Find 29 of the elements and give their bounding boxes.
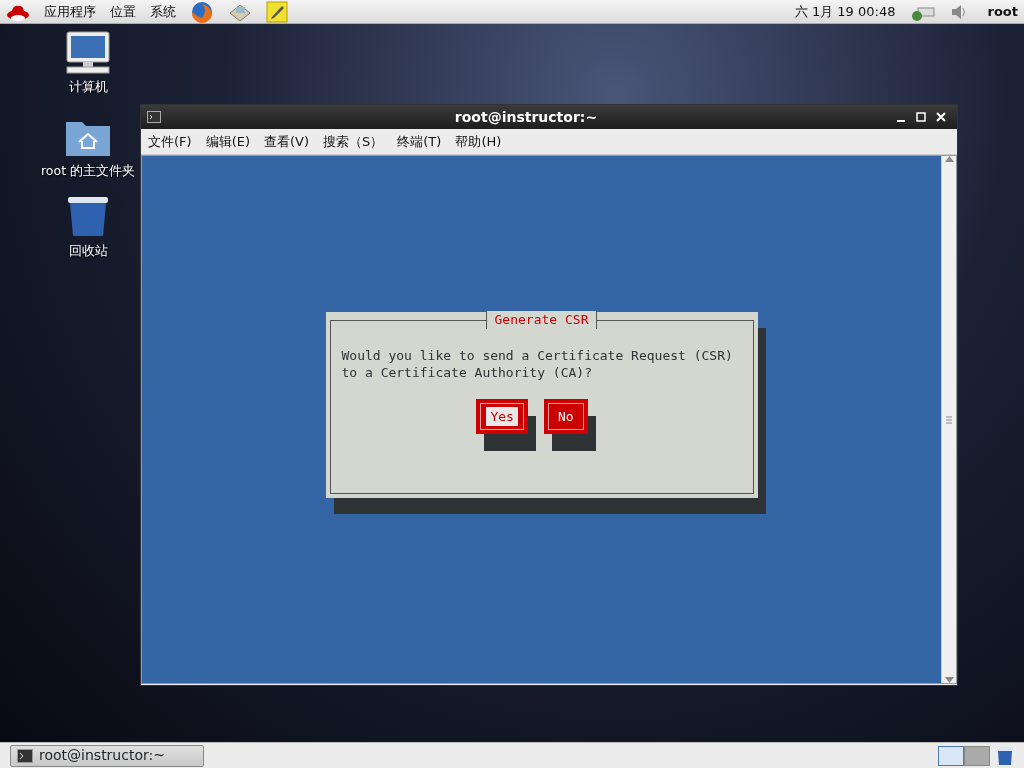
menu-item[interactable]: 帮助(H) bbox=[455, 131, 502, 152]
workspace-button[interactable] bbox=[964, 745, 990, 766]
scroll-grip-icon[interactable] bbox=[946, 415, 952, 424]
computer-icon[interactable] bbox=[63, 30, 113, 76]
panel-menu[interactable]: 应用程序 bbox=[44, 1, 96, 22]
scroll-down-icon[interactable] bbox=[944, 677, 954, 683]
panel-menu[interactable]: 系统 bbox=[150, 1, 176, 22]
menu-item[interactable]: 终端(T) bbox=[397, 131, 442, 152]
scroll-up-icon[interactable] bbox=[944, 156, 954, 162]
desktop-icon-label[interactable]: 回收站 bbox=[68, 242, 108, 261]
browser-globe-icon[interactable] bbox=[190, 0, 214, 24]
desktop-icon-label[interactable]: 计算机 bbox=[68, 78, 108, 97]
panel-menu[interactable]: 位置 bbox=[110, 1, 136, 22]
window-title: root@instructor:~ bbox=[453, 107, 599, 127]
menu-item[interactable]: 搜索（S） bbox=[323, 131, 384, 152]
notepad-pencil-icon[interactable] bbox=[266, 0, 288, 23]
scrollbar[interactable] bbox=[941, 156, 956, 683]
terminal-icon bbox=[147, 111, 161, 123]
desktop-icon-label[interactable]: root 的主文件夹 bbox=[40, 162, 135, 181]
menu-item[interactable]: 查看(V) bbox=[264, 131, 310, 152]
menu-item[interactable]: 文件(F) bbox=[148, 131, 192, 152]
clock[interactable]: 六 1月 19 00:48 bbox=[794, 1, 896, 22]
taskbar-button[interactable]: root@instructor:~ bbox=[10, 744, 204, 767]
dialog-message: Would you like to send a Certificate Request (CSR) to a Certificate Authority (CA)? bbox=[341, 346, 734, 381]
menu-item[interactable]: 编辑(E) bbox=[205, 131, 250, 152]
dialog-title: Generate CSR bbox=[485, 310, 598, 329]
user-name[interactable]: root bbox=[987, 1, 1018, 22]
terminal-icon bbox=[17, 748, 33, 763]
workspace-button[interactable] bbox=[938, 745, 964, 766]
